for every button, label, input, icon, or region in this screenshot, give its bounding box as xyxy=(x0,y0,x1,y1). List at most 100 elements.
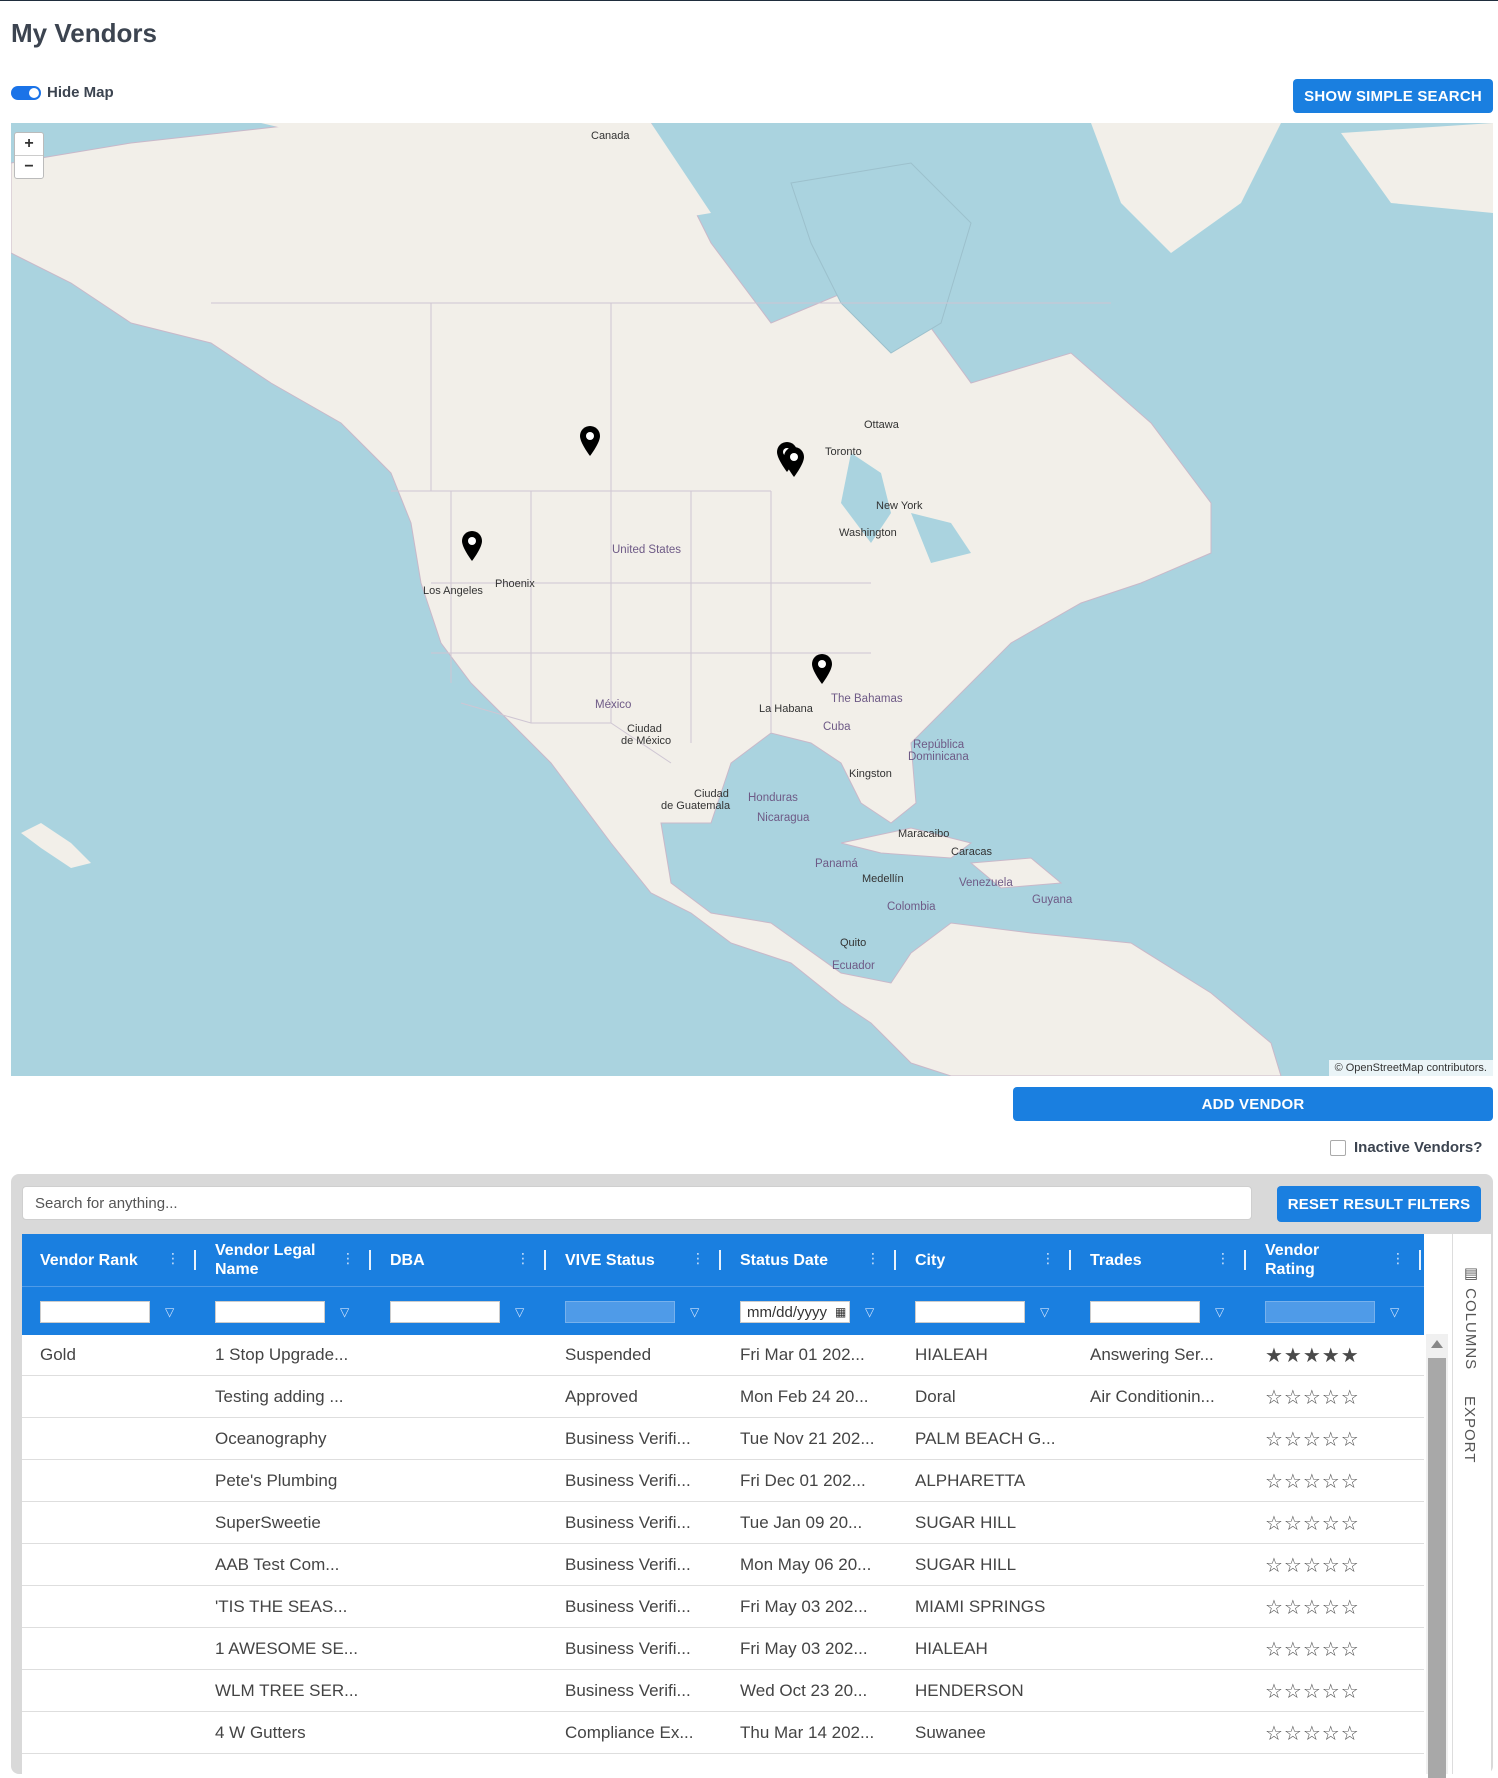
map-label-honduras: Honduras xyxy=(748,792,798,804)
filter-trades-input[interactable] xyxy=(1090,1301,1200,1323)
star-rating-icon: ☆☆☆☆☆ xyxy=(1265,1470,1360,1493)
zoom-in-button[interactable]: + xyxy=(15,133,43,156)
toggle-switch[interactable] xyxy=(11,85,41,100)
cell-vive-status: Approved xyxy=(565,1387,638,1406)
cell-vive-status: Business Verifi... xyxy=(565,1639,691,1658)
cell-vive-status: Suspended xyxy=(565,1345,652,1364)
checkbox[interactable] xyxy=(1330,1139,1346,1156)
pin-icon[interactable] xyxy=(461,530,483,562)
calendar-icon[interactable]: ▦ xyxy=(835,1305,846,1319)
export-tab[interactable]: EXPORT xyxy=(1461,1396,1478,1463)
column-header-vendor-legal-name[interactable]: Vendor Legal Name xyxy=(215,1234,335,1286)
inactive-vendors-checkbox[interactable]: Inactive Vendors? xyxy=(1330,1139,1482,1156)
column-menu-icon[interactable]: ⋮ xyxy=(1216,1250,1230,1270)
filter-icon[interactable]: ▽ xyxy=(690,1305,699,1319)
cell-status-date: Fri May 03 202... xyxy=(740,1597,868,1616)
scrollbar-thumb[interactable] xyxy=(1428,1358,1446,1778)
filter-icon[interactable]: ▽ xyxy=(1040,1305,1049,1319)
filter-vendor-rating-input[interactable] xyxy=(1265,1301,1375,1323)
vertical-scrollbar[interactable] xyxy=(1426,1334,1448,1778)
add-vendor-button[interactable]: ADD VENDOR xyxy=(1013,1087,1493,1121)
table-row[interactable]: Gold 1 Stop Upgrade... Suspended Fri Mar 01… xyxy=(22,1334,1424,1376)
vendor-map[interactable]: Canada Ottawa Toronto New York Washingto… xyxy=(11,123,1493,1076)
pin-icon[interactable] xyxy=(783,446,805,478)
filter-vendor-rank-input[interactable] xyxy=(40,1301,150,1323)
cell-trades: Air Conditionin... xyxy=(1090,1387,1215,1406)
pin-icon[interactable] xyxy=(579,425,601,457)
column-menu-icon[interactable]: ⋮ xyxy=(341,1250,355,1270)
cell-city: SUGAR HILL xyxy=(915,1513,1017,1532)
filter-icon[interactable]: ▽ xyxy=(865,1305,874,1319)
column-header-vive-status[interactable]: VIVE Status xyxy=(565,1234,695,1286)
filter-vendor-legal-name-input[interactable] xyxy=(215,1301,325,1323)
column-menu-icon[interactable]: ⋮ xyxy=(166,1250,180,1270)
hide-map-toggle[interactable]: Hide Map xyxy=(11,84,114,101)
map-label-canada: Canada xyxy=(591,130,630,142)
cell-status-date: Fri Dec 01 202... xyxy=(740,1471,866,1490)
columns-tab[interactable]: ▤ COLUMNS xyxy=(1461,1264,1479,1370)
zoom-out-button[interactable]: − xyxy=(15,156,43,178)
cell-vendor-legal-name: Oceanography xyxy=(215,1429,327,1448)
column-resizer[interactable] xyxy=(719,1250,721,1270)
table-row[interactable]: WLM TREE SER... Business Verifi... Wed Oct… xyxy=(22,1670,1424,1712)
show-simple-search-button[interactable]: SHOW SIMPLE SEARCH xyxy=(1293,79,1493,113)
grid-header: Vendor Rank ⋮ Vendor Legal Name ⋮ DBA ⋮ … xyxy=(22,1234,1424,1286)
column-resizer[interactable] xyxy=(894,1250,896,1270)
filter-city-input[interactable] xyxy=(915,1301,1025,1323)
map-label-panama: Panamá xyxy=(815,858,858,870)
scroll-up-arrow-icon[interactable] xyxy=(1431,1340,1443,1348)
cell-city: Suwanee xyxy=(915,1723,986,1742)
pin-icon[interactable] xyxy=(811,653,833,685)
column-menu-icon[interactable]: ⋮ xyxy=(516,1250,530,1270)
table-row[interactable]: Oceanography Business Verifi... Tue Nov 21… xyxy=(22,1418,1424,1460)
filter-icon[interactable]: ▽ xyxy=(1390,1305,1399,1319)
column-resizer[interactable] xyxy=(369,1250,371,1270)
column-header-vendor-rating[interactable]: Vendor Rating xyxy=(1265,1234,1365,1286)
filter-status-date-input[interactable]: mm/dd/yyyy ▦ xyxy=(740,1301,850,1323)
reset-result-filters-button[interactable]: RESET RESULT FILTERS xyxy=(1277,1186,1481,1222)
table-row[interactable]: 4 W Gutters Compliance Ex... Thu Mar 14 20… xyxy=(22,1712,1424,1754)
map-label-la-habana: La Habana xyxy=(759,703,813,715)
filter-icon[interactable]: ▽ xyxy=(340,1305,349,1319)
column-header-dba[interactable]: DBA xyxy=(390,1234,510,1286)
table-row[interactable]: SuperSweetie Business Verifi... Tue Jan 09… xyxy=(22,1502,1424,1544)
column-header-vendor-rank[interactable]: Vendor Rank xyxy=(40,1234,170,1286)
column-header-status-date[interactable]: Status Date xyxy=(740,1234,870,1286)
filter-dba-input[interactable] xyxy=(390,1301,500,1323)
cell-vive-status: Compliance Ex... xyxy=(565,1723,694,1742)
table-row[interactable]: Pete's Plumbing Business Verifi... Fri Dec… xyxy=(22,1460,1424,1502)
filter-icon[interactable]: ▽ xyxy=(1215,1305,1224,1319)
column-resizer[interactable] xyxy=(544,1250,546,1270)
table-row[interactable]: 1 AWESOME SE... Business Verifi... Fri May… xyxy=(22,1628,1424,1670)
cell-vendor-legal-name: SuperSweetie xyxy=(215,1513,321,1532)
table-row[interactable]: AAB Test Com... Business Verifi... Mon May… xyxy=(22,1544,1424,1586)
cell-city: ALPHARETTA xyxy=(915,1471,1026,1490)
cell-vive-status: Business Verifi... xyxy=(565,1555,691,1574)
column-menu-icon[interactable]: ⋮ xyxy=(691,1250,705,1270)
column-resizer[interactable] xyxy=(1419,1250,1421,1270)
map-zoom-control: + − xyxy=(14,132,44,179)
column-resizer[interactable] xyxy=(1244,1250,1246,1270)
column-resizer[interactable] xyxy=(194,1250,196,1270)
map-label-republica: República xyxy=(913,739,965,751)
column-header-city[interactable]: City xyxy=(915,1234,1045,1286)
column-menu-icon[interactable]: ⋮ xyxy=(1391,1250,1405,1270)
filter-icon[interactable]: ▽ xyxy=(165,1305,174,1319)
filter-vive-status-input[interactable] xyxy=(565,1301,675,1323)
column-resizer[interactable] xyxy=(1069,1250,1071,1270)
grid-search-input[interactable]: Search for anything... xyxy=(22,1186,1252,1220)
hide-map-label: Hide Map xyxy=(47,84,114,101)
star-rating-icon: ☆☆☆☆☆ xyxy=(1265,1680,1360,1703)
column-menu-icon[interactable]: ⋮ xyxy=(866,1250,880,1270)
map-label-los-angeles: Los Angeles xyxy=(423,585,483,597)
map-label-maracaibo: Maracaibo xyxy=(898,828,950,840)
table-row[interactable]: 'TIS THE SEAS... Business Verifi... Fri Ma… xyxy=(22,1586,1424,1628)
cell-city: PALM BEACH G... xyxy=(915,1429,1056,1448)
filter-icon[interactable]: ▽ xyxy=(515,1305,524,1319)
column-menu-icon[interactable]: ⋮ xyxy=(1041,1250,1055,1270)
cell-vive-status: Business Verifi... xyxy=(565,1513,691,1532)
cell-vendor-legal-name: WLM TREE SER... xyxy=(215,1681,359,1700)
table-row[interactable]: Testing adding ... Approved Mon Feb 24 20.… xyxy=(22,1376,1424,1418)
cell-vendor-legal-name: 4 W Gutters xyxy=(215,1723,306,1742)
column-header-trades[interactable]: Trades xyxy=(1090,1234,1220,1286)
